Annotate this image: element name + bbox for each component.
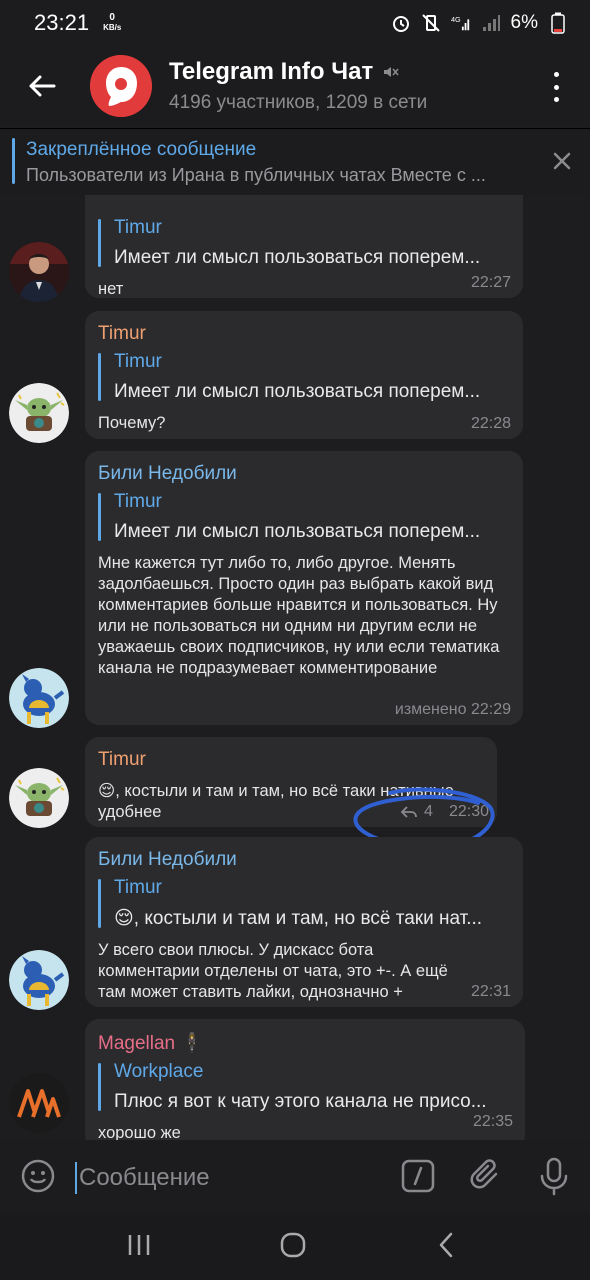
message-time: 22:35 [472,1113,513,1130]
signal-icon [481,13,501,33]
reply-quote[interactable]: Timur 😌, костыли и там и там, но всё так… [98,877,511,930]
chat-subtitle: 4196 участников, 1209 в сети [169,92,428,113]
pinned-text: Пользователи из Ирана в публичных чатах … [26,165,486,185]
pinned-title: Закреплённое сообщение [26,139,257,160]
message-bubble[interactable]: Били Недобили Timur Имеет ли смысл польз… [85,451,523,725]
reply-quote-author: Timur [114,491,162,512]
message-text: хорошо же [98,1124,181,1140]
status-bar: 23:21 0 KB/s 4G 6% [0,0,590,46]
battery-icon [548,12,568,34]
muted-icon [384,67,399,77]
reply-quote-author: Timur [114,217,162,238]
message-text: нет [98,280,124,298]
chat-avatar[interactable] [90,55,152,117]
reply-quote-author: Timur [114,351,162,372]
message-author-cut [98,195,511,211]
reply-quote[interactable]: Timur Имеет ли смысл пользоваться попере… [98,491,511,543]
reply-quote-text: Плюс я вот к чату этого канала не присо.… [114,1091,487,1112]
pinned-message-bar[interactable]: Закреплённое сообщение Пользователи из И… [0,128,590,194]
reply-quote[interactable]: Timur Имеет ли смысл пользоваться попере… [98,217,511,269]
home-icon[interactable] [278,1230,308,1260]
battery-level: 6% [510,12,538,33]
message-author: Timur [98,323,146,344]
message-bubble[interactable]: Били Недобили Timur 😌, костыли и там и т… [85,837,523,1007]
user-photo [9,242,69,302]
message-time: 22:31 [470,983,511,1000]
message-bubble[interactable]: Timur Timur Имеет ли смысл пользоваться … [85,311,523,439]
baby-yoda-sticker [9,768,69,828]
network-speed: 0 KB/s [103,13,121,33]
reply-quote-text: Имеет ли смысл пользоваться поперем... [114,521,481,542]
clock: 23:21 [34,10,90,35]
message-time: изменено 22:29 [394,701,511,718]
avatar[interactable] [9,768,69,828]
reply-quote-text: Имеет ли смысл пользоваться поперем... [114,247,481,268]
attach-icon[interactable] [468,1158,504,1194]
message-bubble[interactable]: Timur Имеет ли смысл пользоваться попере… [85,195,523,298]
avatar[interactable] [9,1073,69,1133]
avatar[interactable] [9,950,69,1010]
telegram-info-logo [90,55,152,117]
reply-quote[interactable]: Timur Имеет ли смысл пользоваться попере… [98,351,511,403]
message-input[interactable]: Сообщение [75,1162,210,1194]
reply-quote-text: 😌, костыли и там и там, но всё таки нат.… [114,908,483,929]
message-text: Мне кажется тут либо то, либо другое. Ме… [98,554,500,677]
recent-apps-icon[interactable] [124,1230,154,1260]
alarm-icon [391,13,411,33]
network-speed-value: 0 [109,12,115,23]
avatar[interactable] [9,242,69,302]
close-icon[interactable] [550,149,574,173]
message-author: Били Недобили [98,463,237,484]
avatar[interactable] [9,668,69,728]
bot-command-icon[interactable] [400,1158,436,1194]
chat-title[interactable]: Telegram Info Чат [169,58,427,86]
more-menu-button[interactable] [544,72,568,102]
vibrate-mute-icon [421,13,441,33]
message-time: 22:28 [470,415,511,432]
avatar[interactable] [9,383,69,443]
reply-quote-author: Timur [114,877,162,898]
back-button[interactable] [22,66,62,106]
pinned-indicator [12,138,15,184]
emoji-icon[interactable] [20,1158,56,1194]
reply-quote[interactable]: Workplace Плюс я вот к чату этого канала… [98,1061,513,1113]
chat-title-text: Telegram Info Чат [169,58,374,85]
message-author: Magellan 🕴 [98,1033,205,1054]
system-nav-bar [0,1212,590,1280]
magellan-logo-avatar [9,1073,69,1133]
dog-avatar [9,950,69,1010]
message-author: Били Недобили [98,849,237,870]
chat-header: Telegram Info Чат 4196 участников, 1209 … [0,46,590,126]
message-time: 22:27 [470,274,511,291]
svg-text:4G: 4G [451,15,461,24]
arrow-left-icon [29,75,56,97]
message-text: У всего свои плюсы. У дискасс бота комме… [98,941,448,1001]
message-input-bar: Сообщение [0,1140,590,1212]
signal-4g-icon: 4G [451,13,471,33]
reply-quote-author: Workplace [114,1061,204,1082]
message-author: Timur [98,749,146,770]
message-list[interactable]: Timur Имеет ли смысл пользоваться попере… [0,195,590,1140]
network-speed-unit: KB/s [103,23,122,32]
baby-yoda-sticker [9,383,69,443]
reply-quote-text: Имеет ли смысл пользоваться поперем... [114,381,481,402]
message-text: Почему? [98,414,166,432]
dog-avatar [9,668,69,728]
back-nav-icon[interactable] [432,1230,462,1260]
message-bubble[interactable]: Magellan 🕴 Workplace Плюс я вот к чату э… [85,1019,525,1140]
microphone-icon[interactable] [536,1156,572,1196]
